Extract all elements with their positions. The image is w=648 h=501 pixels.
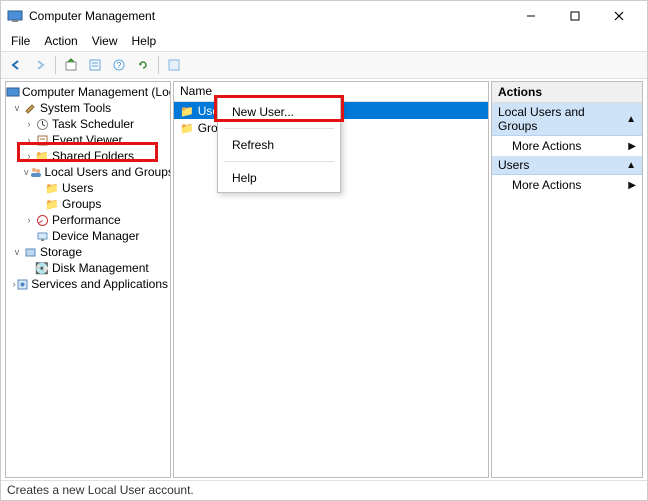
context-refresh[interactable]: Refresh: [218, 133, 340, 157]
folder-icon: [180, 121, 194, 135]
tree-event-viewer[interactable]: › Event Viewer: [6, 132, 170, 148]
menu-view[interactable]: View: [86, 32, 124, 50]
actions-title: Actions: [492, 82, 642, 103]
maximize-button[interactable]: [553, 1, 597, 31]
tree-system-tools[interactable]: v System Tools: [6, 100, 170, 116]
tree-label: System Tools: [40, 101, 111, 115]
tree-services-apps[interactable]: › Services and Applications: [6, 276, 170, 292]
window-title: Computer Management: [29, 9, 509, 23]
event-icon: [34, 132, 50, 148]
clock-icon: [34, 116, 50, 132]
context-menu: New User... Refresh Help: [217, 97, 341, 193]
device-icon: [34, 228, 50, 244]
status-text: Creates a new Local User account.: [7, 483, 194, 497]
menubar: File Action View Help: [1, 31, 647, 51]
menu-action[interactable]: Action: [38, 32, 83, 50]
folder-icon: [44, 196, 60, 212]
toolbar-extra-button[interactable]: [163, 54, 185, 76]
console-tree[interactable]: Computer Management (Local) v System Too…: [5, 81, 171, 478]
titlebar: Computer Management: [1, 1, 647, 31]
tree-root-label: Computer Management (Local): [22, 85, 171, 99]
tree-users[interactable]: Users: [6, 180, 170, 196]
svg-text:?: ?: [117, 61, 122, 70]
actions-more-2[interactable]: More Actions ▶: [492, 175, 642, 195]
services-icon: [16, 276, 29, 292]
mmc-icon: [6, 84, 20, 100]
tree-label: Event Viewer: [52, 133, 122, 147]
app-icon: [7, 8, 23, 24]
folder-icon: [34, 148, 50, 164]
context-separator: [224, 128, 334, 129]
tree-disk-management[interactable]: Disk Management: [6, 260, 170, 276]
refresh-button[interactable]: [132, 54, 154, 76]
tree-label: Storage: [40, 245, 82, 259]
perf-icon: [34, 212, 50, 228]
toolbar: ?: [1, 51, 647, 79]
tree-label: Groups: [62, 197, 101, 211]
forward-button[interactable]: [29, 54, 51, 76]
back-button[interactable]: [5, 54, 27, 76]
actions-group-label: Users: [498, 158, 529, 172]
actions-item-label: More Actions: [512, 139, 581, 153]
tools-icon: [22, 100, 38, 116]
tree-label: Task Scheduler: [52, 117, 134, 131]
actions-group-label: Local Users and Groups: [498, 105, 626, 133]
close-button[interactable]: [597, 1, 641, 31]
tree-root[interactable]: Computer Management (Local): [6, 84, 170, 100]
context-new-user[interactable]: New User...: [218, 100, 340, 124]
tree-label: Local Users and Groups: [45, 165, 172, 179]
tree-label: Performance: [52, 213, 121, 227]
tree-task-scheduler[interactable]: › Task Scheduler: [6, 116, 170, 132]
tree-storage[interactable]: v Storage: [6, 244, 170, 260]
menu-help[interactable]: Help: [126, 32, 163, 50]
actions-more-1[interactable]: More Actions ▶: [492, 136, 642, 156]
tree-performance[interactable]: › Performance: [6, 212, 170, 228]
menu-file[interactable]: File: [5, 32, 36, 50]
actions-item-label: More Actions: [512, 178, 581, 192]
statusbar: Creates a new Local User account.: [1, 480, 647, 500]
collapse-icon: ▲: [626, 160, 636, 171]
help-button[interactable]: ?: [108, 54, 130, 76]
tree-groups[interactable]: Groups: [6, 196, 170, 212]
tree-shared-folders[interactable]: › Shared Folders: [6, 148, 170, 164]
properties-button[interactable]: [84, 54, 106, 76]
submenu-icon: ▶: [628, 141, 636, 152]
tree-label: Users: [62, 181, 93, 195]
storage-icon: [22, 244, 38, 260]
folder-icon: [44, 180, 60, 196]
disk-icon: [34, 260, 50, 276]
tree-device-manager[interactable]: Device Manager: [6, 228, 170, 244]
actions-group-local-users[interactable]: Local Users and Groups ▲: [492, 103, 642, 136]
collapse-icon: ▲: [626, 114, 636, 125]
context-separator: [224, 161, 334, 162]
actions-group-users[interactable]: Users ▲: [492, 156, 642, 175]
context-help[interactable]: Help: [218, 166, 340, 190]
tree-label: Device Manager: [52, 229, 139, 243]
submenu-icon: ▶: [628, 180, 636, 191]
tree-label: Disk Management: [52, 261, 149, 275]
tree-label: Shared Folders: [52, 149, 134, 163]
actions-pane: Actions Local Users and Groups ▲ More Ac…: [491, 81, 643, 478]
up-button[interactable]: [60, 54, 82, 76]
tree-local-users-groups[interactable]: v Local Users and Groups: [6, 164, 170, 180]
folder-icon: [180, 104, 194, 118]
tree-label: Services and Applications: [31, 277, 168, 291]
minimize-button[interactable]: [509, 1, 553, 31]
users-icon: [29, 164, 43, 180]
